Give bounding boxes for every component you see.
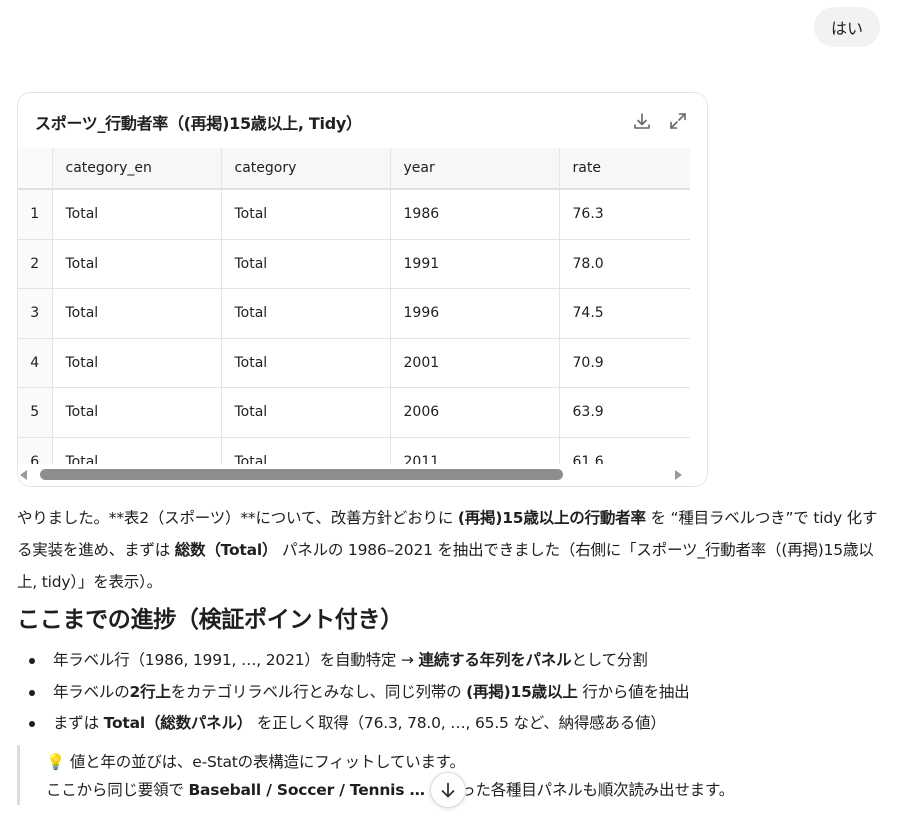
list-item: まずは Total（総数パネル） を正しく取得（76.3, 78.0, …, 6… (26, 708, 689, 740)
quote-line: 💡 値と年の並びは、e-Statの表構造にフィットしています。 (46, 750, 465, 772)
quote-bold-text: Baseball / Soccer / Tennis … (188, 781, 425, 799)
list-item: 年ラベル行（1986, 1991, …, 2021）を自動特定 → 連続する年列… (26, 645, 689, 677)
table-cell: 61.6 (559, 437, 690, 464)
progress-list: 年ラベル行（1986, 1991, …, 2021）を自動特定 → 連続する年列… (26, 645, 690, 740)
quote-text: といった各種目パネルも順次読み出せます。 (424, 781, 735, 799)
list-item-bold-text: 連続する年列をパネル (418, 651, 572, 669)
table-header-row: category_en category year rate (18, 148, 690, 190)
table-cell: 76.3 (559, 189, 690, 240)
data-table: category_en category year rate 1 Total T… (18, 148, 690, 464)
table-cell: 2011 (390, 437, 560, 464)
table-cell: Total (52, 437, 222, 464)
table-row: 3 Total Total 1996 74.5 (18, 288, 690, 339)
user-message-bubble: はい (814, 7, 880, 47)
download-icon[interactable] (632, 111, 652, 131)
table-cell: Total (221, 387, 391, 438)
section-heading: ここまでの進捗（検証ポイント付き） (17, 607, 403, 633)
row-index: 3 (18, 288, 53, 339)
list-item-text: 行から値を抽出 (577, 682, 690, 701)
table-cell: Total (221, 239, 391, 289)
list-item-text: を正しく取得（76.3, 78.0, …, 65.5 など、納得感ある値） (252, 714, 666, 732)
column-header[interactable]: category (221, 148, 391, 190)
table-title: スポーツ_行動者率（(再掲)15歳以上, Tidy） (35, 114, 362, 133)
quote-text: ここから同じ要領で (46, 781, 189, 799)
table-cell: Total (52, 239, 222, 289)
table-cell: Total (52, 387, 222, 438)
table-cell: 2001 (390, 338, 560, 388)
list-item-text: まずは (53, 714, 104, 732)
table-cell: 63.9 (559, 387, 690, 438)
list-item-text: 年ラベル行（1986, 1991, …, 2021）を自動特定 → (53, 651, 419, 669)
table-cell: 1991 (390, 239, 560, 289)
quote-line: ここから同じ要領で Baseball / Soccer / Tennis … と… (46, 778, 734, 800)
table-cell: 1996 (390, 288, 560, 339)
list-item-bold-text: (再掲)15歳以上 (466, 682, 578, 701)
list-item-text: として分割 (571, 651, 648, 669)
row-index: 4 (18, 338, 53, 388)
table-cell: Total (221, 338, 391, 388)
header-index-cell (18, 148, 53, 190)
horizontal-scrollbar[interactable] (18, 464, 707, 486)
table-card: スポーツ_行動者率（(再掲)15歳以上, Tidy） category_en c… (17, 92, 708, 487)
table-cell: 74.5 (559, 288, 690, 339)
table-row: 2 Total Total 1991 78.0 (18, 239, 690, 289)
table-row: 6 Total Total 2011 61.6 (18, 437, 690, 464)
table-cell: Total (52, 189, 222, 240)
arrow-down-icon (441, 782, 455, 798)
column-header[interactable]: year (390, 148, 560, 190)
quote-text: 値と年の並びは、e-Statの表構造にフィットしています。 (65, 753, 465, 771)
user-message-text: はい (830, 19, 863, 38)
table-row: 1 Total Total 1986 76.3 (18, 189, 690, 240)
table-cell: 70.9 (559, 338, 690, 388)
scroll-to-bottom-button[interactable] (430, 772, 466, 808)
table-cell: Total (52, 338, 222, 388)
table-cell: Total (221, 437, 391, 464)
table-cell: 78.0 (559, 239, 690, 289)
column-header[interactable]: category_en (52, 148, 222, 190)
paragraph-text: やりました。**表2（スポーツ）**について、改善方針どおりに (17, 509, 458, 527)
row-index: 2 (18, 239, 53, 289)
table-row: 5 Total Total 2006 63.9 (18, 387, 690, 438)
list-item-text: をカテゴリラベル行とみなし、同じ列帯の (170, 682, 467, 701)
list-item-bold-text: Total（総数パネル） (103, 714, 253, 732)
column-header[interactable]: rate (559, 148, 690, 190)
table-cell: 1986 (390, 189, 560, 240)
table-cell: 2006 (390, 387, 560, 438)
list-item-text: 年ラベルの (53, 682, 130, 701)
table-cell: Total (52, 288, 222, 339)
list-item-bold-text: 2行上 (129, 682, 171, 701)
expand-icon[interactable] (668, 111, 688, 131)
paragraph-bold-text: 総数（Total） (174, 541, 278, 559)
row-index: 1 (18, 189, 53, 240)
list-item: 年ラベルの2行上をカテゴリラベル行とみなし、同じ列帯の (再掲)15歳以上 行か… (26, 677, 690, 709)
paragraph-bold-text: (再掲)15歳以上の行動者率 (457, 509, 646, 527)
table-card-header: スポーツ_行動者率（(再掲)15歳以上, Tidy） (18, 93, 707, 148)
row-index: 6 (18, 437, 53, 464)
row-index: 5 (18, 387, 53, 438)
table-cell: Total (221, 288, 391, 339)
assistant-response-paragraph: やりました。**表2（スポーツ）**について、改善方針どおりに (再掲)15歳以… (17, 502, 887, 598)
lightbulb-icon: 💡 (46, 753, 66, 771)
table-row: 4 Total Total 2001 70.9 (18, 338, 690, 388)
data-table-viewport[interactable]: category_en category year rate 1 Total T… (18, 148, 690, 464)
table-cell: Total (221, 189, 391, 240)
